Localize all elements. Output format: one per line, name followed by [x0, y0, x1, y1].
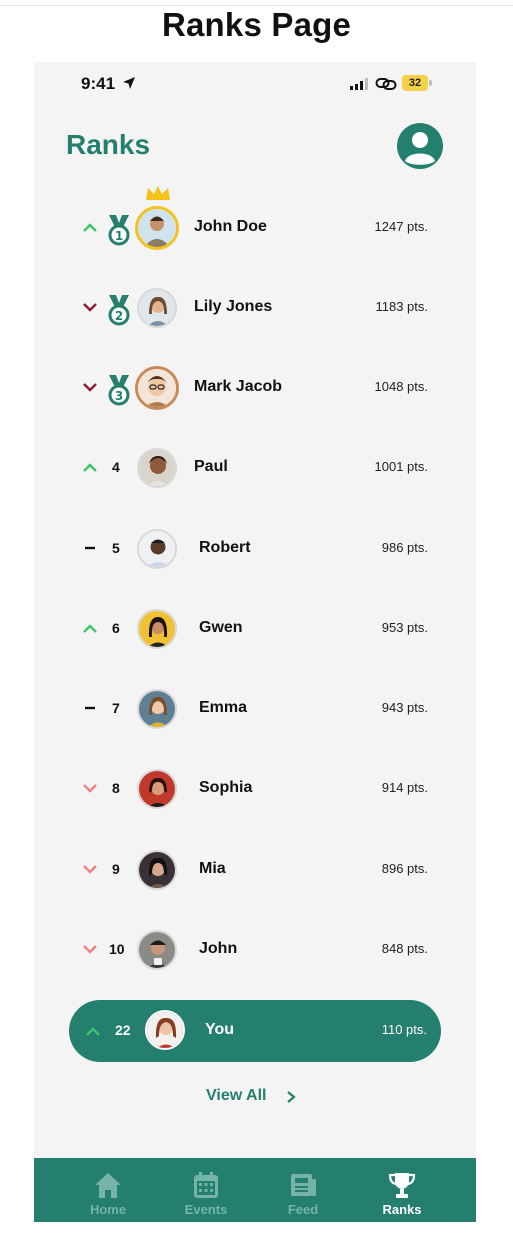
tab-events[interactable]: Events — [151, 1158, 261, 1222]
tab-feed[interactable]: Feed — [248, 1158, 358, 1222]
player-points: 953 pts. — [381, 620, 428, 635]
rank-number: 8 — [112, 780, 120, 796]
rank-row[interactable]: 10 John 848 pts. — [34, 920, 476, 980]
rank-row[interactable]: 7 Emma 943 pts. — [34, 679, 476, 739]
rank-number: 9 — [112, 861, 120, 877]
player-name: Mia — [199, 860, 226, 877]
trend-unchanged-icon — [85, 706, 95, 710]
player-points: 1183 pts. — [375, 299, 428, 314]
current-user-row[interactable]: 22 You 110 pts. — [69, 1000, 441, 1062]
player-name: Mark Jacob — [194, 378, 283, 395]
rank-row[interactable]: 3 Mark Jacob 1048 pts. — [34, 358, 476, 418]
home-icon — [95, 1173, 121, 1198]
avatar — [137, 609, 177, 649]
svg-text:3: 3 — [115, 389, 123, 403]
player-name: John Doe — [194, 218, 267, 235]
avatar — [137, 529, 177, 569]
player-points: 914 pts. — [381, 780, 428, 795]
trend-down-icon — [83, 784, 97, 793]
trend-down-icon — [83, 945, 97, 954]
bottom-tab-bar: Home Events Feed Ranks — [34, 1158, 476, 1222]
rank-number: 22 — [115, 1022, 131, 1038]
player-points: 848 pts. — [381, 941, 428, 956]
trophy-icon — [388, 1173, 416, 1198]
avatar — [137, 448, 177, 488]
trend-down-icon — [83, 303, 97, 312]
rank-number: 6 — [112, 620, 120, 636]
avatar — [135, 206, 179, 250]
player-name: Lily Jones — [194, 298, 273, 315]
avatar — [145, 1010, 185, 1050]
tab-label: Events — [184, 1202, 228, 1217]
rank-row[interactable]: 1 John Doe 1247 pts. — [34, 186, 476, 258]
rank-row[interactable]: 4 Paul 1001 pts. — [34, 438, 476, 498]
location-arrow-icon — [123, 77, 135, 89]
trend-up-icon — [86, 1027, 100, 1036]
player-name: Robert — [199, 539, 251, 556]
trend-unchanged-icon — [85, 546, 95, 550]
gold-medal-icon: 1 — [108, 215, 130, 246]
player-name: You — [205, 1021, 235, 1038]
svg-text:2: 2 — [115, 309, 123, 323]
avatar — [137, 850, 177, 890]
crown-icon — [146, 186, 170, 200]
trend-up-icon — [83, 463, 97, 472]
user-icon — [405, 132, 435, 165]
avatar — [137, 689, 177, 729]
player-name: Emma — [199, 699, 248, 716]
profile-button[interactable] — [397, 123, 443, 169]
silver-medal-icon: 2 — [108, 295, 130, 326]
player-name: Paul — [194, 458, 228, 475]
player-points: 1001 pts. — [374, 459, 429, 474]
tab-ranks[interactable]: Ranks — [347, 1158, 457, 1222]
player-points: 896 pts. — [381, 861, 428, 876]
newspaper-icon — [291, 1174, 316, 1196]
trend-up-icon — [83, 223, 97, 232]
avatar — [137, 930, 177, 970]
avatar — [137, 288, 177, 328]
phone-screen: 9:41 32 Ranks 1 John Doe 1247 pts. 2 Lil… — [34, 62, 476, 1222]
avatar — [137, 769, 177, 809]
rank-number: 5 — [112, 540, 120, 556]
rank-row[interactable]: 9 Mia 896 pts. — [34, 840, 476, 900]
rank-number: 7 — [112, 700, 120, 716]
tab-label: Feed — [287, 1202, 319, 1217]
player-points: 1048 pts. — [374, 379, 429, 394]
page-heading: Ranks Page — [161, 6, 352, 43]
chevron-right-icon[interactable] — [286, 1090, 296, 1104]
tab-label: Home — [89, 1202, 127, 1217]
rank-row[interactable]: 8 Sophia 914 pts. — [34, 759, 476, 819]
rank-number: 10 — [109, 941, 125, 957]
calendar-icon — [194, 1172, 218, 1198]
avatar — [135, 366, 179, 410]
rank-row[interactable]: 2 Lily Jones 1183 pts. — [34, 278, 476, 338]
rank-row[interactable]: 6 Gwen 953 pts. — [34, 599, 476, 659]
player-points: 986 pts. — [381, 540, 428, 555]
tab-label: Ranks — [382, 1202, 422, 1217]
status-time: 9:41 — [81, 74, 116, 93]
battery-tip — [429, 80, 432, 86]
trend-up-icon — [83, 624, 97, 633]
bronze-medal-icon: 3 — [108, 375, 130, 406]
player-name: Gwen — [199, 619, 243, 636]
player-points: 110 pts. — [381, 1022, 427, 1037]
link-icon — [375, 78, 397, 90]
trend-down-icon — [83, 865, 97, 874]
battery-level: 32 — [408, 77, 422, 89]
rank-number: 4 — [112, 459, 120, 475]
trend-down-icon — [83, 383, 97, 392]
player-points: 943 pts. — [381, 700, 428, 715]
player-name: John — [199, 940, 238, 957]
player-name: Sophia — [199, 779, 253, 796]
screen-title: Ranks — [66, 129, 151, 160]
tab-home[interactable]: Home — [53, 1158, 163, 1222]
svg-text:1: 1 — [115, 229, 123, 243]
battery-indicator: 32 — [402, 75, 428, 91]
rank-row[interactable]: 5 Robert 986 pts. — [34, 519, 476, 579]
view-all-link[interactable]: View All — [206, 1087, 266, 1105]
player-points: 1247 pts. — [374, 219, 429, 234]
cellular-signal-icon — [350, 78, 368, 90]
